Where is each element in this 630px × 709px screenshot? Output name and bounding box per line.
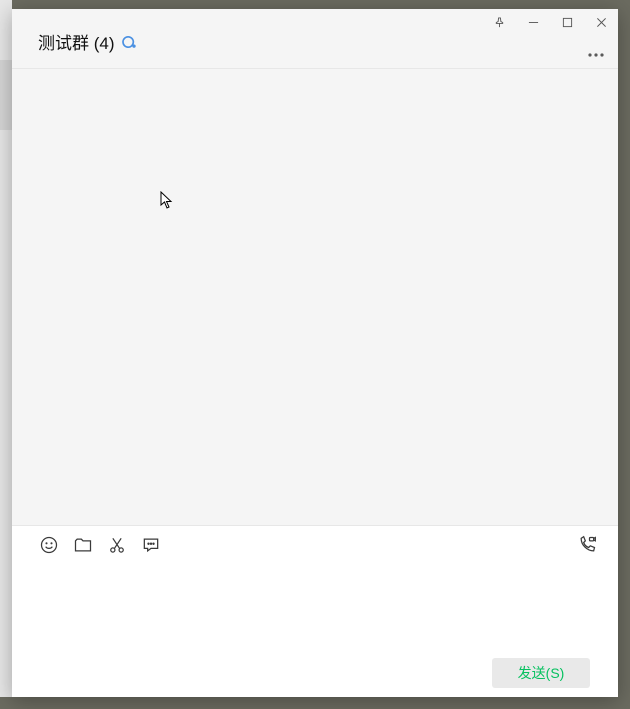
pin-button[interactable] xyxy=(482,9,516,35)
compose-area[interactable] xyxy=(12,564,618,649)
window-controls xyxy=(482,9,618,35)
send-row: 发送(S) xyxy=(12,649,618,697)
minimize-button[interactable] xyxy=(516,9,550,35)
chat-title-text: 测试群 (4) xyxy=(38,29,115,54)
input-section: 发送(S) xyxy=(12,525,618,697)
titlebar: 测试群 (4) xyxy=(12,9,618,69)
desktop-background: 测试群 (4) xyxy=(0,0,630,709)
enterprise-wechat-icon xyxy=(119,32,139,52)
video-call-button[interactable] xyxy=(576,534,598,556)
maximize-button[interactable] xyxy=(550,9,584,35)
chat-title: 测试群 (4) xyxy=(38,29,139,54)
compose-toolbar xyxy=(12,526,618,564)
sidebar-sliver xyxy=(0,0,12,697)
emoji-button[interactable] xyxy=(38,534,60,556)
chat-window: 测试群 (4) xyxy=(12,9,618,697)
messages-area[interactable] xyxy=(12,69,618,525)
mouse-cursor-icon xyxy=(160,191,174,214)
more-button[interactable] xyxy=(582,45,610,65)
screenshot-button[interactable] xyxy=(106,534,128,556)
file-button[interactable] xyxy=(72,534,94,556)
send-button[interactable]: 发送(S) xyxy=(492,658,590,688)
close-button[interactable] xyxy=(584,9,618,35)
chat-history-button[interactable] xyxy=(140,534,162,556)
sidebar-selected-item[interactable] xyxy=(0,60,12,130)
message-input[interactable] xyxy=(36,564,594,649)
